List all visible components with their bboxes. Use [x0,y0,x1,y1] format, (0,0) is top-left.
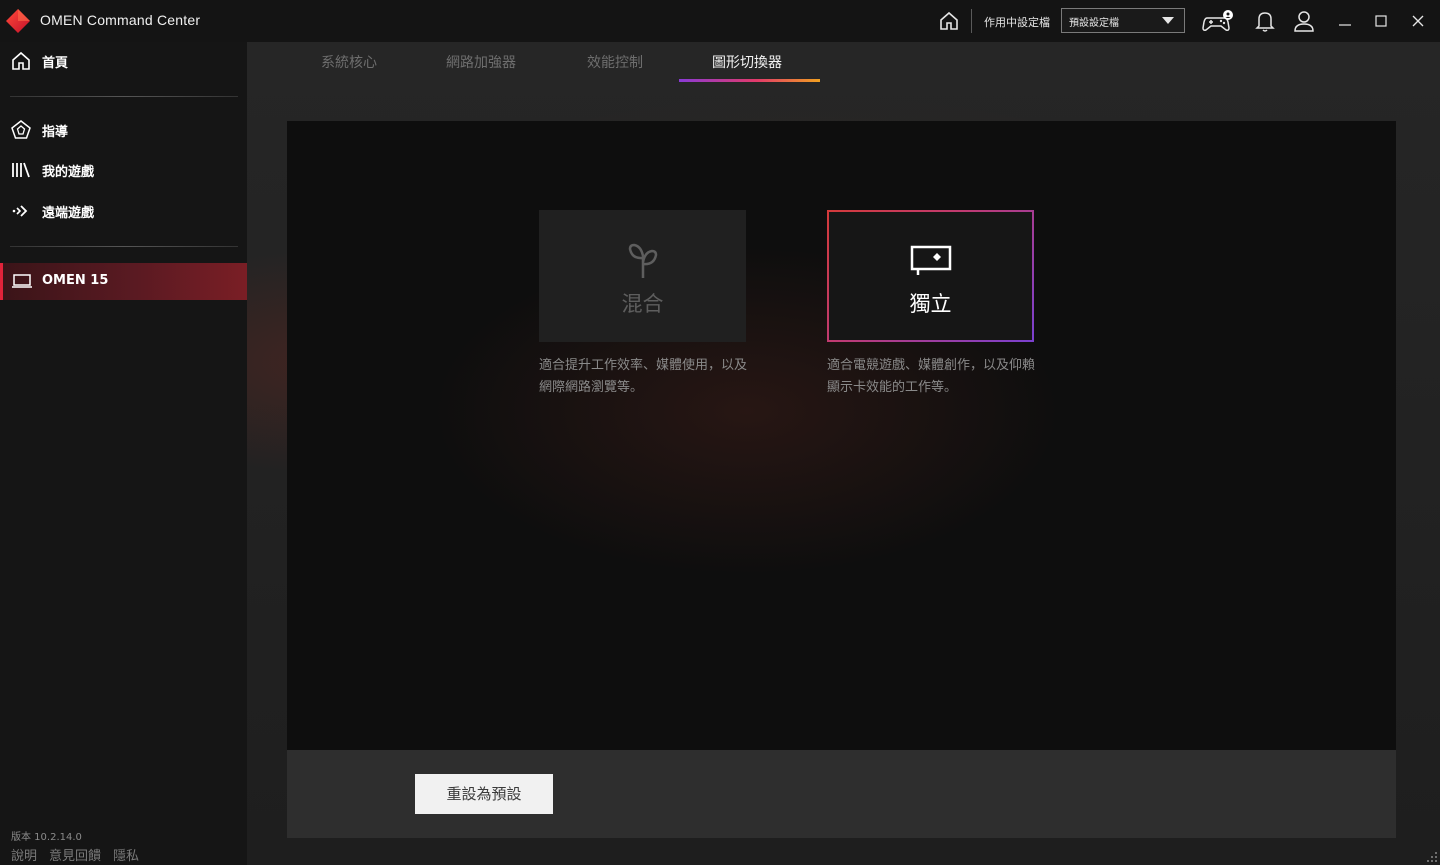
display-icon [910,245,951,275]
sidebar-item-home[interactable]: 首頁 [0,43,247,79]
close-icon[interactable] [1406,9,1430,33]
privacy-link[interactable]: 隱私 [113,849,139,864]
sidebar-divider [10,246,238,247]
feedback-link[interactable]: 意見回饋 [49,849,101,864]
device-label: OMEN 15 [42,273,109,288]
discrete-mode-description: 適合電競遊戲、媒體創作，以及仰賴顯示卡效能的工作等。 [827,358,1036,395]
maximize-icon[interactable] [1369,9,1393,33]
sprout-icon [628,243,657,278]
sidebar-item-remote-play[interactable]: 遠端遊戲 [0,193,247,229]
sidebar-item-coach[interactable]: 指導 [0,112,247,148]
sidebar: 首頁 指導 我的遊戲 遠端遊戲 OMEN 15 版本 10.2.14.0 說明 … [0,42,247,865]
user-icon[interactable] [1291,9,1317,33]
remote-play-icon [12,205,28,217]
title-bar: OMEN Command Center 作用中設定檔 預設設定檔 [0,0,1440,42]
main-content: 系統核心 網路加強器 效能控制 圖形切換器 混合 適合提升工作效率、媒體使用，以… [247,42,1440,865]
tab-performance-control[interactable]: 效能控制 [587,52,643,72]
tab-system-vitals[interactable]: 系統核心 [321,52,377,72]
discrete-mode-card[interactable]: 獨立 [827,210,1034,342]
controller-icon[interactable] [1201,9,1235,33]
omen-logo-icon [6,9,30,33]
hybrid-mode-description: 適合提升工作效率、媒體使用，以及網際網路瀏覽等。 [539,358,748,395]
discrete-mode-label: 獨立 [909,292,952,316]
tab-bar: 系統核心 網路加強器 效能控制 圖形切換器 [247,42,1440,84]
coach-icon [11,120,31,139]
library-icon [12,162,30,178]
reset-to-default-button[interactable]: 重設為預設 [415,774,553,814]
footer-links: 說明 意見回饋 隱私 [11,845,151,864]
chevron-down-icon [1162,17,1174,24]
tab-graphics-switcher[interactable]: 圖形切換器 [712,52,782,72]
sidebar-item-label: 我的遊戲 [42,165,95,180]
sidebar-divider [10,96,238,97]
profile-select[interactable]: 預設設定檔 [1061,8,1185,33]
app-title: OMEN Command Center [40,12,201,28]
minimize-icon[interactable] [1333,9,1357,33]
version-text: 版本 10.2.14.0 [11,832,82,843]
resize-grip-icon[interactable] [1426,851,1438,863]
sidebar-item-label: 指導 [42,125,69,140]
hybrid-mode-card[interactable]: 混合 [539,210,746,342]
sidebar-item-label: 首頁 [42,56,69,71]
home-icon [12,51,30,70]
bell-icon[interactable] [1252,9,1278,33]
tab-network-booster[interactable]: 網路加強器 [446,52,516,72]
sidebar-item-my-games[interactable]: 我的遊戲 [0,152,247,188]
graphics-switcher-panel: 混合 適合提升工作效率、媒體使用，以及網際網路瀏覽等。 獨立 適合電競遊戲、媒體… [287,121,1396,750]
selection-accent [0,263,3,300]
sidebar-item-device[interactable]: OMEN 15 [0,263,247,300]
hybrid-mode-label: 混合 [621,292,664,316]
active-tab-indicator [679,79,820,82]
laptop-icon [12,274,32,288]
home-icon[interactable] [938,10,960,32]
sidebar-item-label: 遠端遊戲 [42,206,95,221]
bottom-action-bar: 重設為預設 [287,750,1396,838]
active-profile-label: 作用中設定檔 [984,16,1050,29]
help-link[interactable]: 說明 [11,849,37,864]
profile-select-value: 預設設定檔 [1069,18,1119,29]
title-bar-divider [971,9,972,33]
